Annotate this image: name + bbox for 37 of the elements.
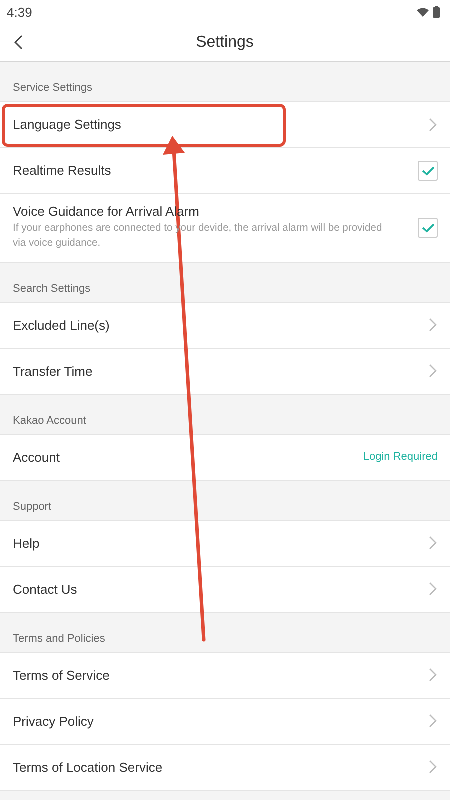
- settings-row[interactable]: Terms of Location Service: [0, 744, 450, 791]
- settings-row[interactable]: Terms of Service: [0, 652, 450, 699]
- row-label: Account: [13, 450, 60, 465]
- chevron-right-icon: [428, 118, 438, 132]
- checkbox[interactable]: [418, 160, 438, 180]
- wifi-icon: [417, 8, 429, 16]
- settings-row[interactable]: Language Settings: [0, 102, 450, 148]
- settings-row[interactable]: Contact Us: [0, 566, 450, 613]
- settings-row[interactable]: Excluded Line(s): [0, 302, 450, 349]
- row-label: Contact Us: [13, 582, 78, 597]
- settings-row[interactable]: Help: [0, 520, 450, 567]
- chevron-right-icon: [428, 760, 438, 774]
- row-label: Terms of Location Service: [13, 760, 163, 775]
- row-label: Realtime Results: [13, 163, 112, 178]
- chevron-right-icon: [428, 582, 438, 596]
- row-label: Excluded Line(s): [13, 318, 110, 333]
- chevron-right-icon: [428, 318, 438, 332]
- settings-row[interactable]: Account Login Required: [0, 434, 450, 481]
- row-label: Help: [13, 536, 40, 551]
- chevron-right-icon: [428, 364, 438, 378]
- chevron-right-icon: [428, 714, 438, 728]
- status-text: Login Required: [363, 451, 438, 464]
- row-label: Transfer Time: [13, 364, 93, 379]
- checkmark-icon: [422, 166, 434, 176]
- battery-icon: [433, 6, 440, 18]
- row-label: Language Settings: [13, 117, 122, 132]
- settings-row[interactable]: Transfer Time: [0, 348, 450, 395]
- checkbox[interactable]: [418, 218, 438, 238]
- chevron-right-icon: [428, 668, 438, 682]
- row-label: Privacy Policy: [13, 714, 94, 729]
- checkmark-icon: [422, 222, 434, 233]
- settings-row[interactable]: Privacy Policy: [0, 698, 450, 745]
- settings-row[interactable]: Realtime Results: [0, 148, 450, 194]
- status-time: 4:39: [7, 4, 32, 20]
- page-title: Settings: [196, 34, 254, 52]
- row-label: Terms of Service: [13, 668, 110, 683]
- chevron-right-icon: [428, 536, 438, 550]
